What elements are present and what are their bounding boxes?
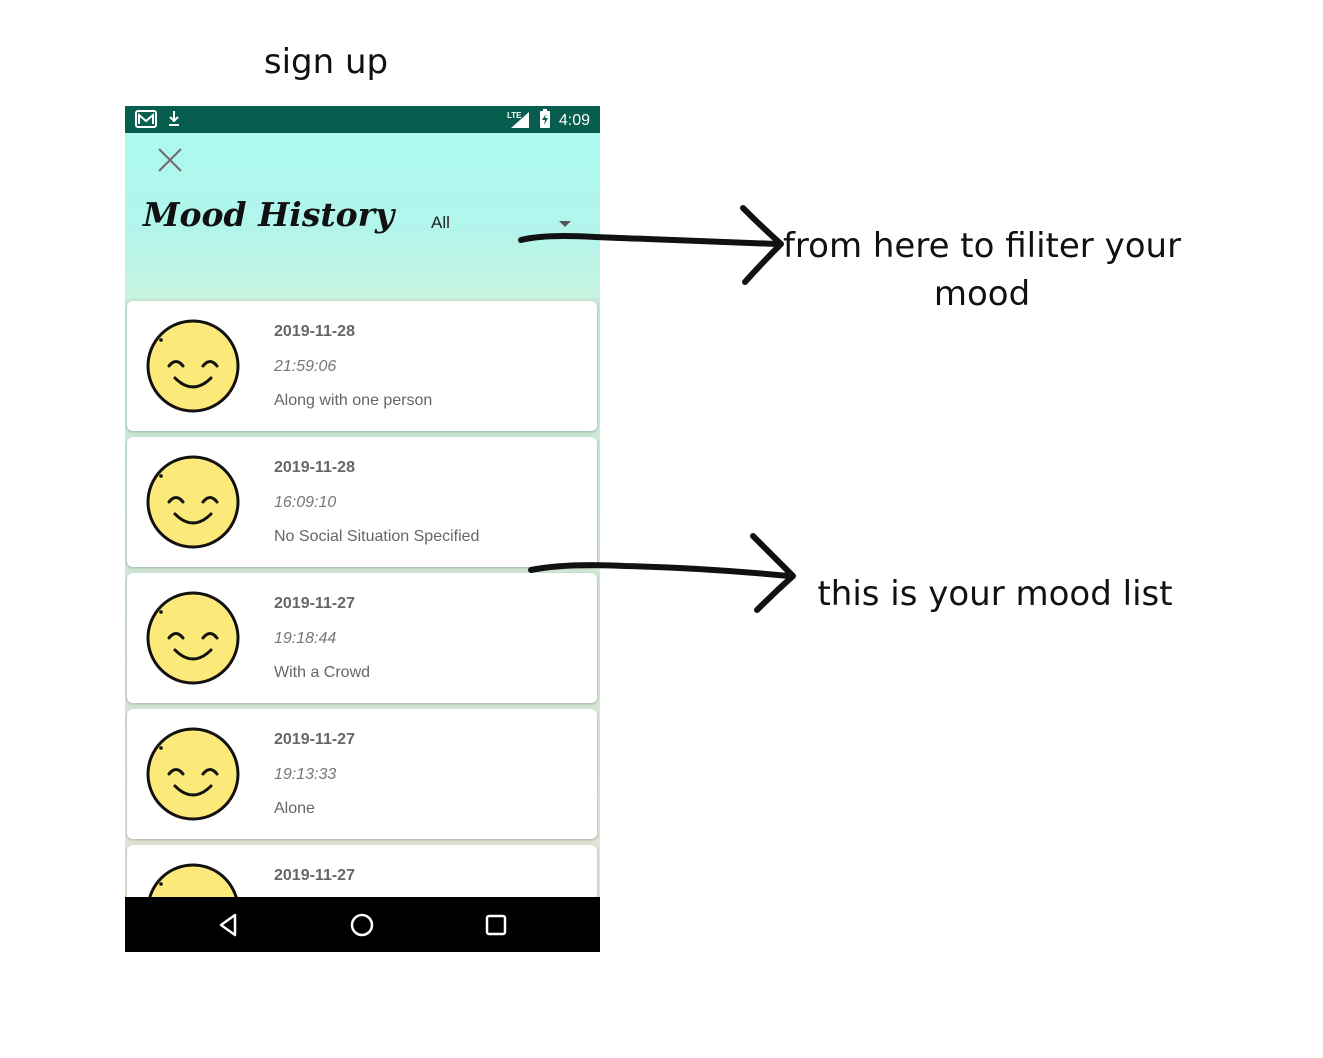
filter-annotation-arrow-icon: [518, 205, 784, 285]
status-clock: 4:09: [558, 112, 590, 129]
smiley-face-icon: [148, 863, 238, 898]
list-annotation: this is your mood list: [817, 574, 1173, 614]
smiley-face-icon: [146, 455, 240, 549]
page-title: Mood History: [143, 195, 395, 234]
mood-date: 2019-11-28: [274, 459, 355, 476]
close-icon: [158, 148, 182, 172]
mood-card[interactable]: 2019-11-28 21:59:06 Along with one perso…: [127, 301, 597, 431]
mood-social-situation: No Social Situation Specified: [274, 528, 480, 545]
mood-time: 21:59:06: [274, 358, 337, 375]
back-icon: [219, 913, 237, 937]
mood-date: 2019-11-27: [274, 595, 355, 612]
android-nav-bar: [125, 897, 600, 952]
mood-date: 2019-11-28: [274, 323, 355, 340]
smiley-face-icon: [146, 591, 240, 685]
mood-date: 2019-11-27: [274, 731, 355, 748]
mood-time: 19:18:44: [274, 630, 337, 647]
mood-time: 19:13:33: [274, 766, 337, 783]
mood-date: 2019-11-27: [274, 867, 355, 884]
mood-social-situation: Along with one person: [274, 392, 433, 409]
svg-text:LTE: LTE: [507, 111, 522, 120]
mood-social-situation: With a Crowd: [274, 664, 371, 681]
home-button[interactable]: [348, 911, 376, 939]
gmail-icon: [135, 110, 157, 132]
filter-annotation: from here to filiter your mood: [782, 226, 1182, 314]
slide-title: sign up: [263, 42, 389, 82]
smiley-face-icon: [146, 727, 240, 821]
list-annotation-arrow-icon: [528, 533, 796, 613]
close-button[interactable]: [155, 145, 185, 175]
recents-icon: [485, 914, 507, 936]
mood-social-situation: Alone: [274, 800, 315, 817]
home-icon: [350, 913, 374, 937]
status-bar: LTE 4:09: [125, 106, 600, 133]
lte-signal-icon: LTE: [507, 109, 531, 133]
recents-button[interactable]: [482, 911, 510, 939]
mood-time: 16:09:10: [274, 494, 337, 511]
battery-charging-icon: [539, 109, 551, 133]
smiley-face-icon: [146, 319, 240, 413]
download-icon: [167, 110, 181, 132]
back-button[interactable]: [215, 911, 243, 939]
filter-selected-value: All: [431, 213, 450, 232]
mood-card[interactable]: 2019-11-27: [127, 845, 597, 898]
mood-card[interactable]: 2019-11-27 19:13:33 Alone: [127, 709, 597, 839]
